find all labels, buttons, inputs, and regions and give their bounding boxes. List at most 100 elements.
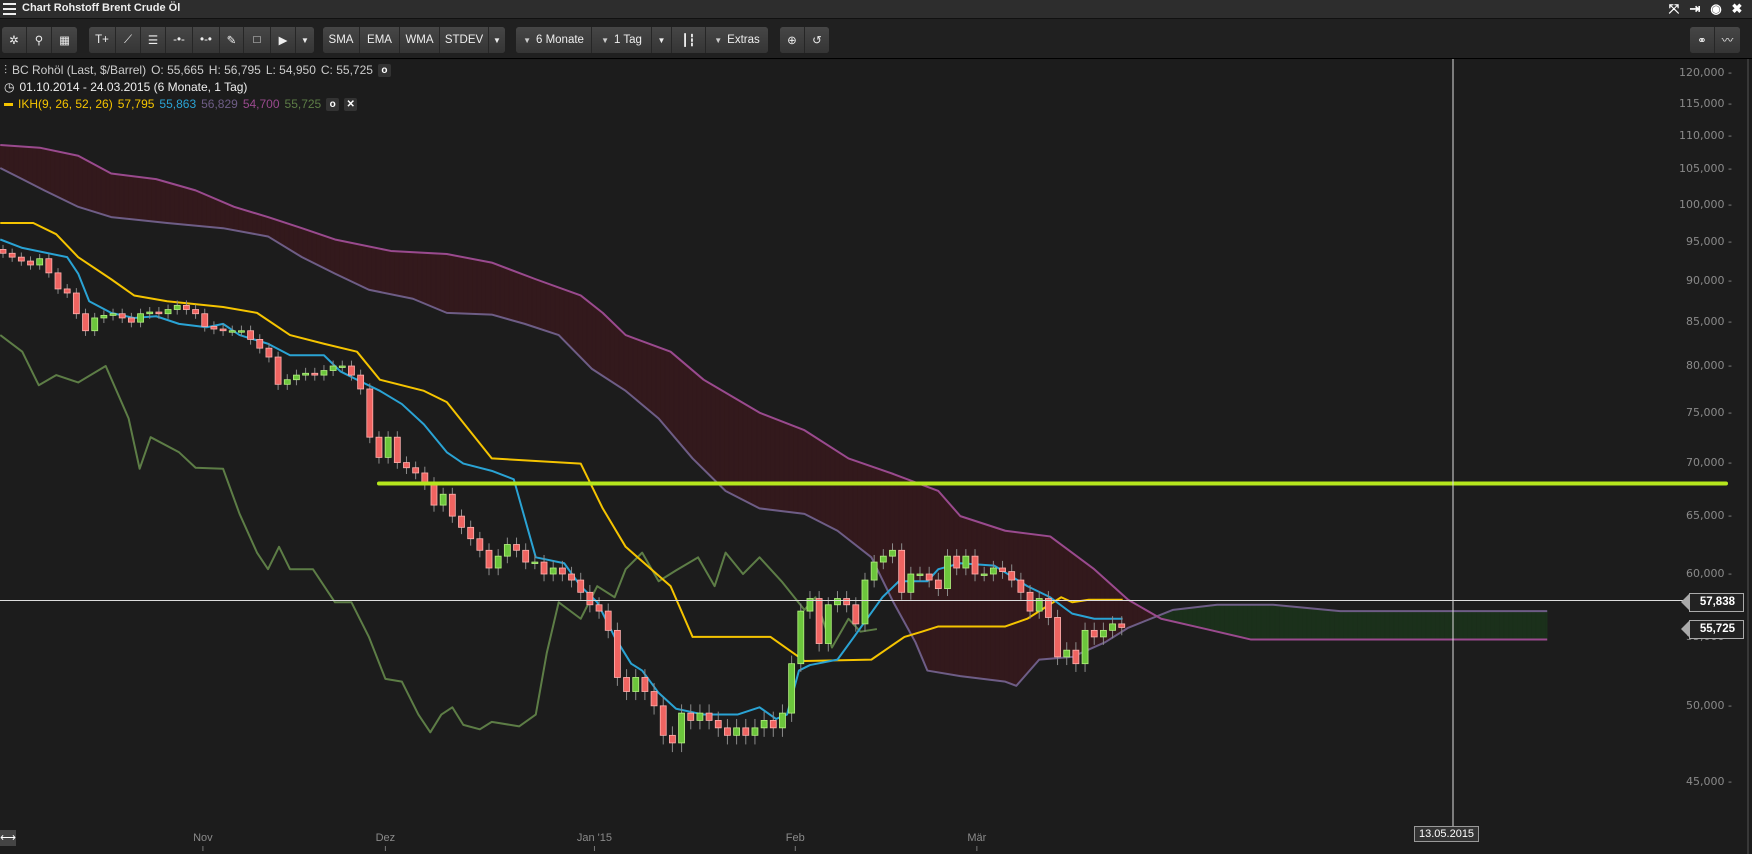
candle-down — [485, 549, 493, 569]
bullish-cloud-segment — [1370, 610, 1377, 640]
settings-icon: ✲ — [9, 35, 19, 47]
bullish-cloud-segment — [1334, 610, 1340, 640]
bearish-cloud-segment — [426, 252, 432, 307]
y-tick-label: 60,000 - — [1686, 567, 1732, 580]
text-tool-button[interactable]: T+ — [89, 27, 116, 53]
view-controls: ⊕ ↺ — [780, 27, 829, 53]
rectangle-tool-button[interactable]: □ — [244, 27, 271, 53]
right-controls: ⚭ 〰 — [1690, 27, 1740, 53]
wma-button[interactable]: WMA — [400, 27, 440, 53]
cursor-tool-button[interactable]: ▶ — [271, 27, 296, 53]
interval-select[interactable]: ▼ 1 Tag — [592, 27, 652, 53]
scroll-handle-icon[interactable]: ⟷ — [0, 830, 16, 846]
export-icon[interactable]: ⇥ — [1687, 1, 1703, 17]
pencil-tool-button[interactable]: ✎ — [220, 27, 244, 53]
candlestick-button[interactable]: ┃┇ — [672, 27, 706, 53]
search-button[interactable]: ⚲ — [27, 27, 52, 53]
eye-icon[interactable]: ◉ — [1708, 1, 1724, 17]
bullish-cloud-segment — [1210, 604, 1216, 632]
bearish-cloud-segment — [366, 245, 372, 291]
bearish-cloud-segment — [637, 339, 643, 406]
bearish-cloud-segment — [518, 272, 524, 324]
candle-up — [384, 436, 392, 458]
bullish-cloud-segment — [1265, 604, 1271, 640]
bullish-cloud-segment — [1325, 609, 1331, 640]
candle-down — [577, 579, 585, 593]
reset-button[interactable]: ↺ — [805, 27, 829, 53]
candle-down — [403, 462, 410, 469]
tools-dropdown[interactable]: ▼ — [296, 27, 314, 53]
bullish-cloud-segment — [1430, 610, 1436, 640]
candle-up — [283, 379, 291, 385]
bearish-cloud-segment — [508, 268, 515, 322]
candle-down — [641, 677, 649, 692]
candle-down — [256, 338, 264, 349]
horizontal-ray-button[interactable]: •-• — [193, 27, 220, 53]
settings-button[interactable]: ✲ — [2, 27, 27, 53]
price-chart[interactable] — [0, 0, 1752, 854]
bearish-cloud-segment — [692, 369, 698, 464]
menu-icon[interactable] — [3, 3, 16, 15]
bearish-cloud-segment — [797, 427, 803, 515]
bearish-cloud-segment — [582, 296, 588, 365]
bearish-cloud-segment — [761, 412, 767, 510]
bearish-cloud-segment — [32, 146, 38, 188]
bearish-cloud-segment — [563, 289, 570, 346]
candle-down — [393, 436, 401, 463]
candle-down — [476, 538, 484, 551]
candle-down — [82, 313, 89, 332]
indicator-buttons: SMA EMA WMA STDEV ▼ — [323, 27, 505, 53]
bearish-cloud-segment — [96, 165, 102, 215]
bearish-cloud-segment — [747, 404, 753, 506]
y-tick-label: 85,000 - — [1686, 315, 1732, 329]
chart-type-button[interactable]: 〰 — [1715, 27, 1740, 53]
bearish-cloud-segment — [527, 275, 533, 327]
candle-up — [146, 311, 154, 315]
y-tick-label: 65,000 - — [1686, 509, 1732, 523]
bearish-cloud-segment — [806, 431, 813, 519]
bearish-cloud-segment — [165, 181, 171, 224]
indicator-settings-icon[interactable]: o — [326, 98, 340, 111]
bearish-cloud-segment — [0, 144, 6, 171]
bearish-cloud-segment — [921, 484, 927, 669]
bullish-cloud-segment — [1269, 604, 1276, 640]
extras-select[interactable]: ▼ Extras — [706, 27, 768, 53]
pencil-icon: ✎ — [226, 35, 237, 47]
bearish-cloud-segment — [871, 465, 877, 567]
bearish-cloud-segment — [912, 480, 918, 647]
candle-down — [247, 330, 254, 340]
bullish-cloud-segment — [1347, 610, 1354, 640]
ema-button[interactable]: EMA — [360, 27, 400, 53]
bearish-cloud-segment — [238, 207, 244, 233]
horizontal-line-button[interactable]: -•- — [166, 27, 193, 53]
fullscreen-icon[interactable]: ⤧ — [1666, 1, 1682, 17]
trendline-tool-button[interactable]: ⟋ — [116, 27, 141, 53]
candle-up — [879, 555, 887, 563]
bearish-cloud-segment — [449, 254, 455, 314]
y-tick-label: 110,000 - — [1679, 128, 1732, 142]
bearish-cloud-segment — [756, 410, 762, 510]
chart-style-dropdown[interactable]: ▼ — [652, 27, 672, 53]
instrument-settings-icon[interactable]: o — [377, 64, 391, 77]
period-select[interactable]: ▼ 6 Monate — [516, 27, 592, 53]
stdev-button[interactable]: STDEV — [440, 27, 489, 53]
compare-button[interactable]: ⚭ — [1690, 27, 1715, 53]
bearish-cloud-segment — [13, 145, 19, 178]
bearish-cloud-segment — [715, 386, 721, 487]
indicator-remove-icon[interactable]: ✕ — [344, 98, 358, 111]
zoom-button[interactable]: ⊕ — [780, 27, 805, 53]
grid-button[interactable]: ▦ — [52, 27, 77, 53]
bullish-cloud-segment — [1311, 608, 1317, 640]
bullish-cloud-segment — [1251, 604, 1257, 640]
bearish-cloud-segment — [275, 219, 281, 245]
bearish-cloud-segment — [953, 507, 959, 677]
bullish-cloud-segment — [1214, 604, 1221, 633]
y-tick-label: 95,000 - — [1686, 234, 1732, 248]
candle-down — [669, 734, 676, 744]
fibonacci-tool-button[interactable]: ☰ — [141, 27, 166, 53]
indicators-dropdown[interactable]: ▼ — [489, 27, 505, 53]
sma-button[interactable]: SMA — [323, 27, 360, 53]
bearish-cloud-segment — [4, 145, 10, 174]
y-tick-label: 70,000 - — [1686, 455, 1732, 469]
close-icon[interactable]: ✖ — [1729, 1, 1745, 17]
